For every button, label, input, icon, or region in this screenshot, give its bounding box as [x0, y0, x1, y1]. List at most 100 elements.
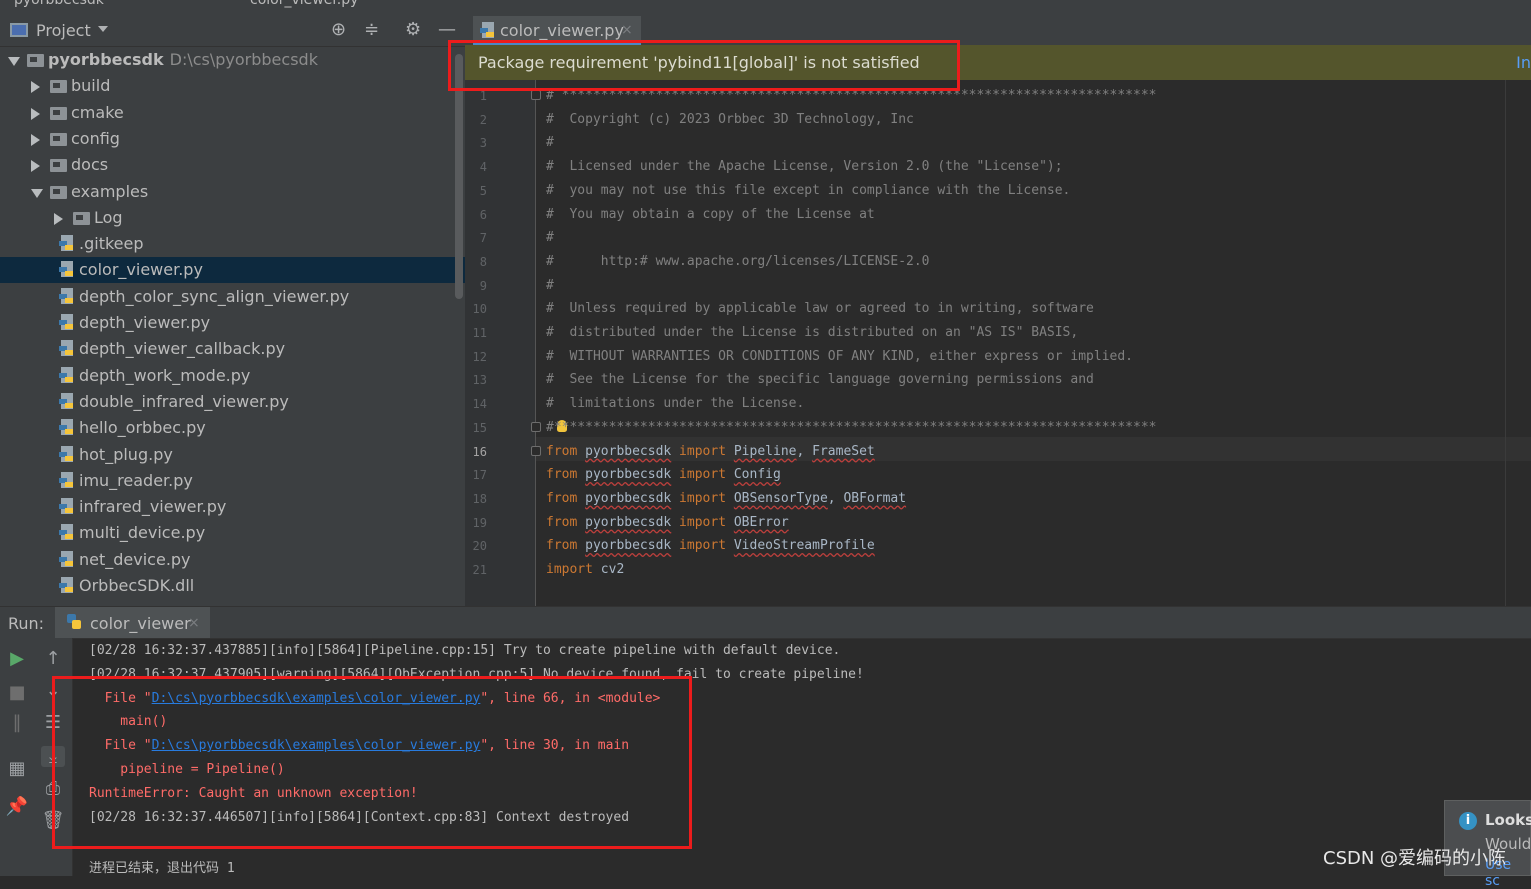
tree-item[interactable]: Log	[0, 205, 465, 231]
tree-item-label: config	[71, 128, 120, 148]
python-file-icon	[59, 392, 73, 409]
tree-item[interactable]: net_device.py	[0, 547, 465, 573]
code-line: #***************************************…	[546, 419, 1157, 435]
run-icon[interactable]: ▶	[5, 648, 29, 669]
chevron-down-icon[interactable]	[8, 57, 20, 66]
tree-item[interactable]: depth_color_sync_align_viewer.py	[0, 284, 465, 310]
tree-item-label: cmake	[71, 102, 124, 122]
code-line: #	[546, 230, 554, 246]
fold-icon[interactable]	[531, 422, 541, 432]
chevron-right-icon[interactable]	[31, 160, 40, 173]
line-number: 3	[479, 136, 487, 151]
tree-item-label: hello_orbbec.py	[79, 418, 206, 438]
line-number: 18	[472, 491, 487, 506]
install-link[interactable]: In	[1516, 53, 1531, 72]
navigation-bar: pyorbbecsdk color_viewer.py	[0, 0, 1531, 15]
line-number: 7	[479, 231, 487, 246]
console-line: 进程已结束，退出代码 1	[89, 861, 235, 877]
chevron-right-icon[interactable]	[54, 212, 63, 225]
tree-item-label: depth_color_sync_align_viewer.py	[79, 286, 350, 306]
tree-item[interactable]: pyorbbecsdk D:\cs\pyorbbecsdk	[0, 47, 465, 73]
code-line: import cv2	[546, 562, 625, 577]
right-margin-guide	[1505, 80, 1506, 606]
line-number: 17	[472, 468, 487, 483]
tree-item[interactable]: examples	[0, 179, 465, 205]
tree-item[interactable]: cmake	[0, 100, 465, 126]
scroll-up-icon[interactable]: ↑	[41, 648, 65, 669]
breadcrumb-file[interactable]: color_viewer.py	[250, 0, 358, 8]
balloon-title: Looks	[1485, 811, 1531, 829]
watermark: CSDN @爱编码的小陈	[1323, 848, 1507, 869]
tree-item-label: hot_plug.py	[79, 444, 173, 464]
code-line: # See the License for the specific langu…	[546, 372, 1094, 388]
tree-item-label: OrbbecSDK.dll	[79, 576, 195, 595]
close-icon[interactable]: ×	[621, 22, 633, 38]
gear-icon[interactable]: ⚙	[405, 20, 421, 40]
code-line: from pyorbbecsdk import VideoStreamProfi…	[546, 538, 875, 554]
tree-item[interactable]: docs	[0, 152, 465, 178]
folder-icon	[27, 54, 44, 67]
tree-item[interactable]: .gitkeep	[0, 231, 465, 257]
run-tab-label: color_viewer	[90, 614, 191, 633]
tree-item[interactable]: config	[0, 126, 465, 152]
close-icon[interactable]: ×	[188, 615, 200, 631]
python-file-icon	[59, 340, 73, 357]
python-file-icon	[480, 22, 494, 38]
tree-item[interactable]: color_viewer.py	[0, 257, 465, 284]
tree-item[interactable]: depth_work_mode.py	[0, 363, 465, 389]
pause-icon[interactable]: ‖	[5, 712, 29, 733]
tree-item[interactable]: OrbbecSDK.dll	[0, 573, 465, 599]
code-line: # Licensed under the Apache License, Ver…	[546, 159, 1063, 175]
tree-item-label: depth_work_mode.py	[79, 365, 251, 385]
line-number: 2	[479, 112, 487, 127]
tree-item[interactable]: multi_device.py	[0, 520, 465, 546]
tree-item[interactable]: infrared_viewer.py	[0, 494, 465, 520]
run-tab-color-viewer[interactable]: color_viewer ×	[55, 607, 210, 638]
folder-icon	[73, 211, 90, 225]
tree-item[interactable]: build	[0, 73, 465, 99]
line-gutter: 1 2 3 4 5 6 7 8 9 10 11 12 13 14 15 16 17 18 19 20 21	[465, 80, 536, 606]
python-file-icon	[59, 498, 73, 515]
stop-icon[interactable]: ■	[5, 682, 29, 703]
collapse-all-icon[interactable]: ≑	[364, 20, 379, 40]
line-number: 5	[479, 183, 487, 198]
fold-icon[interactable]	[531, 446, 541, 456]
chevron-right-icon[interactable]	[31, 133, 40, 146]
python-file-icon	[59, 577, 73, 593]
hide-panel-icon[interactable]: —	[438, 20, 456, 40]
pin-icon[interactable]: 📌	[5, 796, 29, 817]
breadcrumb-project[interactable]: pyorbbecsdk	[14, 0, 104, 8]
tree-item[interactable]: depth_viewer.py	[0, 310, 465, 336]
tree-item[interactable]: double_infrared_viewer.py	[0, 389, 465, 415]
chevron-down-icon[interactable]	[31, 188, 43, 198]
tree-item-label: depth_viewer.py	[79, 313, 211, 332]
chevron-down-icon[interactable]	[98, 26, 108, 32]
project-panel-title[interactable]: Project	[36, 21, 91, 40]
python-file-icon	[59, 445, 73, 462]
tree-item[interactable]: hello_orbbec.py	[0, 415, 465, 441]
code-line: # http:# www.apache.org/licenses/LICENSE…	[546, 253, 930, 269]
tree-item[interactable]: imu_reader.py	[0, 468, 465, 494]
tree-item[interactable]: depth_viewer_callback.py	[0, 336, 465, 362]
locate-file-icon[interactable]: ⊕	[331, 20, 346, 40]
tree-item-label: Log	[94, 207, 123, 227]
python-file-icon	[59, 471, 73, 488]
code-line: from pyorbbecsdk import OBSensorType, OB…	[546, 490, 907, 506]
chevron-right-icon[interactable]	[31, 107, 40, 120]
python-icon	[67, 614, 81, 629]
project-view-icon	[10, 23, 28, 37]
tree-item[interactable]: hot_plug.py	[0, 442, 465, 468]
line-number: 9	[479, 278, 487, 293]
line-number: 13	[472, 373, 487, 388]
project-panel-header: Project ⊕ ≑ ⚙ —	[0, 14, 465, 47]
tree-item-label: double_infrared_viewer.py	[79, 391, 289, 411]
fold-icon[interactable]	[531, 90, 541, 100]
python-file-icon	[59, 366, 73, 383]
python-file-icon	[59, 314, 73, 330]
layout-icon[interactable]: ▦	[5, 758, 29, 779]
code-line: from pyorbbecsdk import OBError	[546, 514, 789, 530]
line-number: 20	[472, 539, 487, 554]
chevron-right-icon[interactable]	[31, 81, 40, 94]
code-line: # You may obtain a copy of the License a…	[546, 206, 875, 222]
run-label: Run:	[8, 614, 45, 633]
